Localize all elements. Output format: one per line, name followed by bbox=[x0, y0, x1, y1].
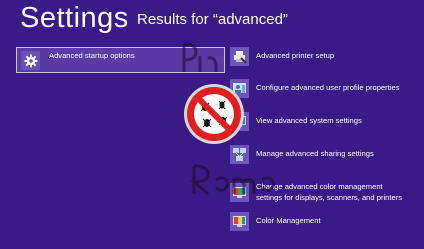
result-configure-user-profile-properties[interactable]: Configure advanced user profile properti… bbox=[230, 75, 400, 101]
watermark-scribble-top bbox=[182, 42, 218, 72]
result-label: View advanced system settings bbox=[256, 116, 362, 125]
no-bugs-icon bbox=[184, 84, 244, 144]
result-label: Color Management bbox=[256, 216, 321, 225]
gear-icon bbox=[21, 51, 40, 70]
result-advanced-printer-setup[interactable]: Advanced printer setup bbox=[230, 43, 334, 69]
color-management-icon bbox=[230, 211, 249, 231]
result-label: Configure advanced user profile properti… bbox=[256, 83, 400, 92]
result-color-management[interactable]: Color Management bbox=[230, 208, 321, 234]
result-label: Manage advanced sharing settings bbox=[256, 149, 374, 158]
result-label: Advanced printer setup bbox=[256, 51, 335, 60]
search-results-heading: Results for “advanced” bbox=[137, 11, 288, 28]
result-view-advanced-system-settings[interactable]: View advanced system settings bbox=[230, 108, 362, 134]
watermark-scribble-bottom bbox=[190, 164, 276, 196]
page-title: Settings bbox=[20, 2, 129, 34]
result-label: Advanced startup options bbox=[49, 51, 135, 60]
printer-settings-icon bbox=[230, 46, 249, 66]
